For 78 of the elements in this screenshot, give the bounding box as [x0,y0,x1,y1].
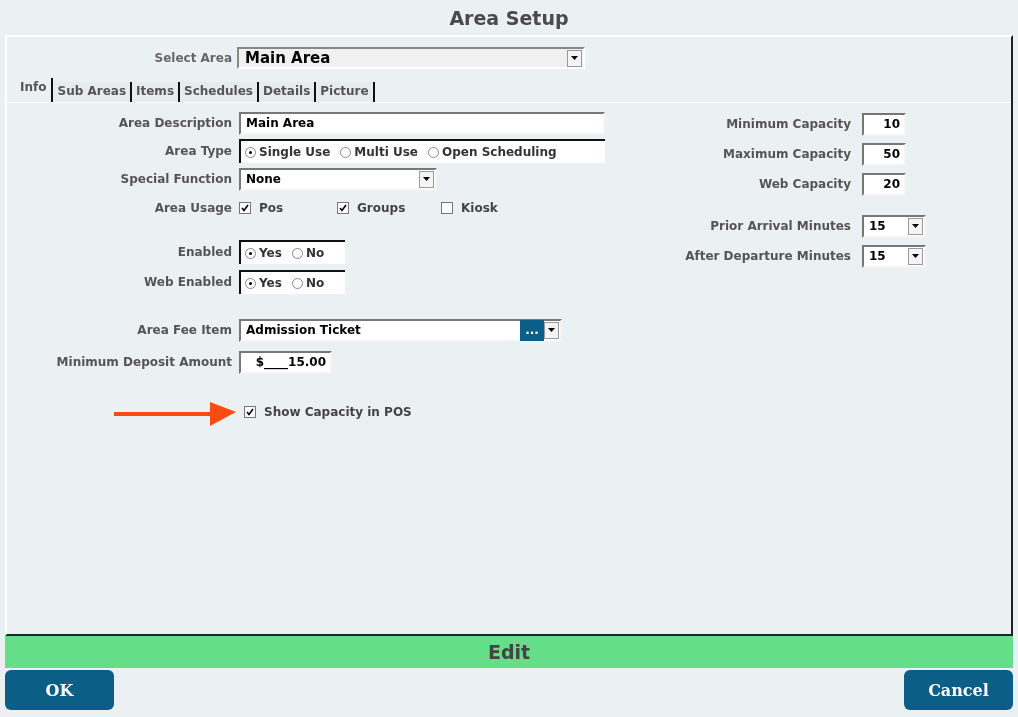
radio-label: Multi Use [354,145,418,159]
field-label: Area Usage [153,201,232,215]
checkbox-option[interactable]: Show Capacity in POS [244,405,544,419]
field-label: Prior Arrival Minutes [709,219,851,233]
radio-option[interactable]: Yes [245,246,282,260]
field-label: Special Function [119,172,232,186]
ok-button[interactable]: OK [5,670,114,710]
tab[interactable]: Picture [316,82,375,102]
radio-option[interactable]: Yes [245,276,282,290]
radio-label: Yes [259,246,282,260]
checkbox-label: Kiosk [461,201,498,215]
tab[interactable]: Details [259,82,317,102]
field-label: Web Capacity [757,177,851,191]
field-label: Minimum Capacity [725,117,851,131]
browse-button[interactable]: ... [520,319,544,341]
checkmark-icon [246,408,254,416]
checkbox-label: Show Capacity in POS [264,405,412,419]
dropdown-field[interactable]: 15 [862,244,926,268]
field-label: Area Fee Item [136,323,232,337]
dropdown-field[interactable]: 15 [862,214,926,238]
radio-option[interactable]: Multi Use [340,145,418,159]
dropdown-button[interactable] [908,217,923,235]
text-field[interactable]: Main Area [239,111,605,135]
field-label: Minimum Deposit Amount [55,355,232,369]
radio-button[interactable] [245,247,256,259]
field-label: Area Type [164,144,232,158]
checkbox-option[interactable]: Groups [337,201,441,215]
field-label: Maximum Capacity [722,147,851,161]
radio-button[interactable] [340,146,352,158]
radio-option[interactable]: No [291,246,325,260]
checkbox[interactable] [441,202,453,214]
number-field[interactable]: 50 [862,142,906,166]
radio-button[interactable] [291,247,303,259]
dropdown-button[interactable] [567,49,582,67]
lookup-field[interactable]: Admission Ticket ... [239,318,562,342]
field-label: After Departure Minutes [684,249,851,263]
caret-icon [912,254,919,258]
area-dropdown[interactable]: Main Area [237,47,585,69]
dropdown-button[interactable] [908,247,923,265]
field-label: Web Enabled [143,275,232,289]
tab[interactable]: Schedules [180,82,259,102]
caret-icon [548,328,555,332]
checkbox-option[interactable]: Pos [239,201,337,215]
tab[interactable]: Sub Areas [53,82,133,102]
checkbox[interactable] [244,406,256,418]
amount-field[interactable]: $____15.00 [239,350,332,374]
checkmark-icon [339,204,347,212]
checkbox-label: Groups [357,201,406,215]
field-label: Area Description [117,116,232,130]
checkbox[interactable] [239,202,251,214]
field-label: Enabled [176,245,232,259]
radio-option[interactable]: Single Use [245,145,331,159]
status-bar: Edit [5,636,1013,668]
radio-button[interactable] [245,277,256,289]
radio-option[interactable]: No [291,276,325,290]
caret-icon [423,177,430,181]
radio-label: No [305,276,325,290]
checkbox[interactable] [337,202,349,214]
radio-button[interactable] [428,146,439,158]
dropdown-button[interactable] [419,170,434,188]
caret-icon [912,224,919,228]
caret-icon [571,56,578,60]
window-title: Area Setup [448,5,570,31]
radio-label: Single Use [259,145,331,159]
number-field[interactable]: 10 [862,112,906,136]
dropdown-button[interactable] [544,321,559,339]
dropdown-field[interactable]: None [239,167,437,191]
radio-button[interactable] [245,146,256,158]
checkbox-option[interactable]: Kiosk [441,201,521,215]
checkmark-icon [241,204,249,212]
cancel-button[interactable]: Cancel [904,670,1013,710]
radio-button[interactable] [291,277,303,289]
checkbox-label: Pos [259,201,284,215]
radio-label: Yes [259,276,282,290]
tab[interactable]: Items [132,82,181,102]
field-label: Select Area [153,51,232,65]
radio-label: No [305,246,325,260]
number-field[interactable]: 20 [862,172,906,196]
